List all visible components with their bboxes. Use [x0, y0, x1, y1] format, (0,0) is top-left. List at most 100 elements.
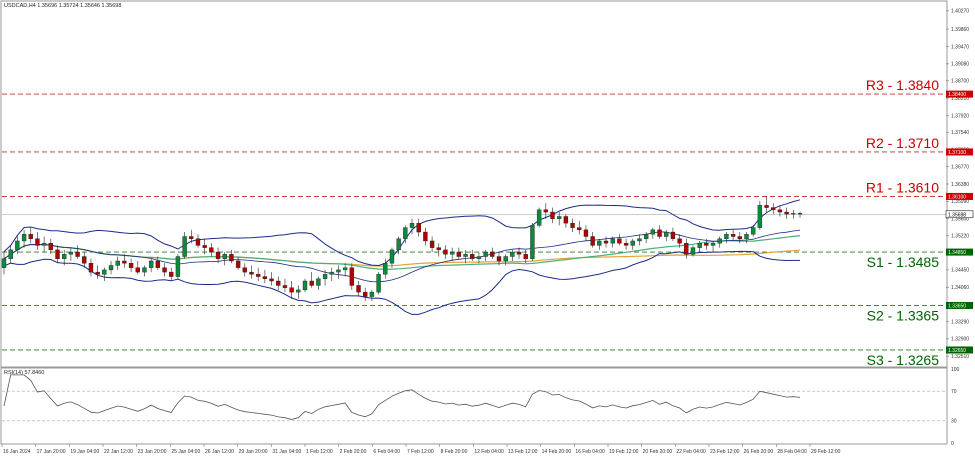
candle-body	[650, 229, 656, 235]
x-tick-label: 16 Feb 04:00	[575, 449, 605, 455]
candle-body	[88, 263, 94, 273]
level-label: R3 - 1.3840	[866, 77, 939, 93]
candle-body	[476, 256, 482, 259]
candle-body	[690, 247, 696, 255]
candle-body	[249, 271, 254, 275]
candle-body	[15, 240, 20, 251]
candle-body	[750, 227, 756, 235]
rsi-tick-label: 0	[951, 441, 954, 447]
x-tick-label: 20 Feb 20:00	[643, 449, 673, 455]
y-tick-label: 1.40270	[951, 9, 969, 15]
candle-body	[550, 211, 555, 219]
candle-body	[543, 209, 549, 213]
candle-body	[409, 222, 415, 228]
candle	[536, 207, 542, 228]
candle-body	[697, 242, 702, 248]
candle-body	[369, 291, 375, 297]
y-tick-label: 1.39860	[951, 27, 969, 33]
candle-body	[470, 254, 475, 259]
level-price-tag-text: 1.34850	[948, 250, 966, 256]
candle-body	[376, 274, 381, 293]
x-tick-label: 22 Feb 04:00	[676, 449, 706, 455]
candle-body	[423, 231, 428, 242]
candle-body	[62, 254, 67, 259]
candle	[757, 200, 763, 230]
candle-body	[536, 209, 542, 226]
candle-body	[55, 249, 60, 259]
level-label: S3 - 1.3265	[867, 352, 940, 368]
candle-body	[289, 287, 294, 293]
candle-body	[336, 269, 341, 273]
candle-body	[128, 263, 134, 268]
candle-body	[637, 238, 642, 242]
y-tick-label: 1.37540	[951, 130, 969, 136]
candle-body	[610, 238, 615, 244]
x-tick-label: 22 Jan 12:00	[104, 449, 133, 455]
candle-body	[530, 225, 535, 259]
candle-body	[282, 285, 288, 288]
x-tick-label: 31 Jan 04:00	[272, 449, 301, 455]
y-tick-label: 1.36380	[951, 182, 969, 188]
candle-body	[416, 222, 421, 233]
candle-body	[242, 267, 247, 273]
x-tick-label: 23 Feb 12:00	[710, 449, 740, 455]
symbol-header: USDCAD,H4 1.35696 1.35724 1.35646 1.3569…	[4, 3, 121, 9]
candle-body	[797, 213, 803, 215]
x-tick-label: 2 Feb 20:00	[340, 449, 367, 455]
candle-body	[510, 251, 515, 257]
candle-body	[496, 256, 502, 262]
candle-body	[148, 260, 154, 268]
candle-body	[684, 242, 689, 255]
candle-body	[623, 242, 629, 246]
level-price-tag-text: 1.32650	[948, 348, 966, 354]
level-price-tag-text: 1.36100	[948, 194, 966, 200]
y-tick-label: 1.36770	[951, 164, 969, 170]
candle-body	[664, 231, 669, 237]
candle-body	[483, 251, 488, 257]
candle-body	[570, 222, 575, 228]
candle-body	[356, 285, 361, 293]
x-tick-label: 1 Feb 12:00	[306, 449, 333, 455]
candle-body	[436, 247, 441, 251]
level-label: S2 - 1.3365	[867, 307, 940, 323]
candle-body	[657, 229, 662, 237]
x-tick-label: 17 Jan 20:00	[37, 449, 66, 455]
candle-body	[21, 234, 27, 242]
candle-body	[35, 238, 40, 246]
candle-body	[630, 240, 635, 246]
x-tick-label: 26 Feb 20:00	[744, 449, 774, 455]
candle-body	[643, 234, 649, 239]
candle-body	[115, 260, 120, 266]
x-tick-label: 25 Jan 04:00	[171, 449, 200, 455]
level-price-tag-text: 1.37100	[948, 150, 966, 156]
candle-body	[82, 256, 87, 264]
y-tick-label: 1.33290	[951, 319, 969, 325]
candle-body	[603, 240, 609, 244]
candle-body	[68, 251, 74, 255]
y-tick-label: 1.38700	[951, 79, 969, 85]
candle-body	[41, 242, 47, 246]
x-tick-label: 16 Jan 2024	[3, 449, 31, 455]
candle-body	[95, 271, 100, 275]
candle-body	[704, 242, 709, 246]
candle-body	[764, 205, 769, 208]
rsi-tick-label: 70	[951, 389, 957, 395]
x-tick-label: 19 Jan 04:00	[70, 449, 99, 455]
candle-body	[590, 236, 595, 246]
x-tick-label: 12 Feb 04:00	[474, 449, 504, 455]
candle-body	[717, 238, 722, 244]
candle-body	[389, 249, 395, 264]
candle-body	[75, 251, 80, 257]
candle-body	[503, 256, 508, 262]
level-label: S1 - 1.3485	[867, 254, 940, 270]
candle-body	[296, 289, 301, 293]
candle-body	[429, 240, 435, 248]
candle-body	[8, 249, 13, 259]
candle-body	[162, 267, 167, 273]
level-label: R2 - 1.3710	[866, 135, 939, 151]
candle-body	[135, 267, 140, 273]
candle-body	[724, 234, 729, 239]
candle-body	[102, 269, 107, 275]
main-panel	[0, 0, 948, 368]
candle-body	[349, 267, 355, 286]
